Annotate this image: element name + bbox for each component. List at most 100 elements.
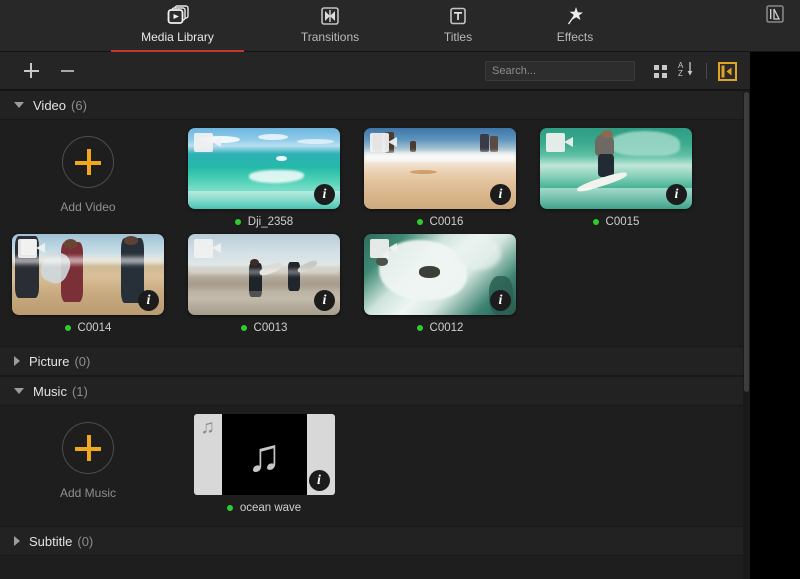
tab-transitions-label: Transitions [301,30,359,44]
info-icon[interactable]: i [490,290,511,311]
minus-icon [61,70,74,72]
video-camera-icon [18,239,45,258]
media-item-label: Dji_2358 [235,216,293,228]
add-video-label: Add Video [60,200,115,214]
video-camera-icon [194,133,221,152]
status-dot [227,505,233,511]
info-icon[interactable]: i [314,184,335,205]
media-item-label: C0014 [65,322,112,334]
panel-collapse-button[interactable] [714,58,740,84]
media-item[interactable]: i C0016 [352,128,528,228]
video-camera-icon [194,239,221,258]
split-panel-icon[interactable] [763,3,787,32]
info-icon[interactable]: i [490,184,511,205]
plus-icon [24,63,39,78]
plus-circle-icon [62,136,114,188]
tab-effects-label: Effects [557,30,593,44]
media-panel: Media Library Transitions [0,0,750,579]
media-item-label: C0016 [417,216,464,228]
video-grid: Add Video [0,120,750,346]
film-play-icon [166,3,190,29]
scrollbar-thumb[interactable] [744,92,749,392]
music-thumbnail[interactable]: ♫ ♫ i [194,414,335,495]
search-box[interactable] [485,61,635,81]
section-header-music[interactable]: Music (1) [0,376,750,406]
svg-text:Z: Z [678,69,683,78]
music-note-large-icon: ♫ [247,432,282,478]
media-item-label: ocean wave [227,502,301,514]
status-dot [65,325,71,331]
media-item[interactable]: i Dji_2358 [176,128,352,228]
toolbar-right-group: A Z [485,52,740,90]
media-item[interactable]: i C0014 [0,234,176,334]
panel-collapse-icon [718,62,737,81]
media-item-name: C0014 [78,322,112,334]
video-thumbnail[interactable]: i [364,234,516,315]
caret-right-icon [14,356,20,366]
info-icon[interactable]: i [138,290,159,311]
add-media-button[interactable] [16,56,46,86]
media-toolbar: A Z [0,52,750,90]
plus-circle-icon [62,422,114,474]
right-tab-bar [750,0,800,52]
toolbar-divider [706,63,707,79]
section-header-video[interactable]: Video (6) [0,90,750,120]
media-item-name: Dji_2358 [248,216,293,228]
caret-right-icon [14,536,20,546]
info-icon[interactable]: i [314,290,335,311]
media-content-area: Video (6) Add Video [0,90,750,579]
tab-titles[interactable]: Titles [427,0,489,52]
text-t-icon [447,3,469,29]
tab-titles-label: Titles [444,30,472,44]
section-count-music: (1) [72,384,88,399]
tab-media-library-label: Media Library [141,30,214,44]
info-icon[interactable]: i [666,184,687,205]
video-camera-icon [370,239,397,258]
section-title-subtitle: Subtitle [29,534,72,549]
right-side-strip [750,0,800,579]
status-dot [235,219,241,225]
media-item[interactable]: i C0015 [528,128,704,228]
info-icon[interactable]: i [309,470,330,491]
media-item-name: C0012 [430,322,464,334]
video-thumbnail[interactable]: i [540,128,692,209]
tab-effects[interactable]: Effects [543,0,607,52]
section-title-music: Music [33,384,67,399]
media-item[interactable]: ♫ ♫ i ocean wave [176,414,352,514]
section-header-picture[interactable]: Picture (0) [0,346,750,376]
tab-bar: Media Library Transitions [0,0,750,52]
album-art: ♫ [222,414,307,495]
caret-down-icon [14,388,24,394]
add-video-button[interactable]: Add Video [0,128,176,234]
media-item[interactable]: i C0013 [176,234,352,334]
section-count-video: (6) [71,98,87,113]
media-item-name: ocean wave [240,502,301,514]
remove-media-button[interactable] [52,56,82,86]
music-note-icon: ♫ [201,418,215,437]
section-header-subtitle[interactable]: Subtitle (0) [0,526,750,556]
tab-media-library[interactable]: Media Library [125,0,230,52]
media-item-label: C0015 [593,216,640,228]
grid-view-button[interactable] [647,58,673,84]
status-dot [417,219,423,225]
status-dot [593,219,599,225]
status-dot [417,325,423,331]
sort-button[interactable]: A Z [673,58,699,84]
section-title-picture: Picture [29,354,69,369]
transition-icon [319,3,341,29]
media-item-label: C0012 [417,322,464,334]
video-camera-icon [546,133,573,152]
magic-wand-icon [564,3,586,29]
content-scrollbar[interactable] [743,90,750,579]
video-thumbnail[interactable]: i [188,234,340,315]
video-thumbnail[interactable]: i [188,128,340,209]
video-thumbnail[interactable]: i [364,128,516,209]
search-input[interactable] [492,65,628,77]
media-item-label: C0013 [241,322,288,334]
tab-transitions[interactable]: Transitions [288,0,372,52]
video-thumbnail[interactable]: i [12,234,164,315]
add-music-label: Add Music [60,486,116,500]
application-window: Media Library Transitions [0,0,800,579]
media-item[interactable]: i C0012 [352,234,528,334]
add-music-button[interactable]: Add Music [0,414,176,520]
